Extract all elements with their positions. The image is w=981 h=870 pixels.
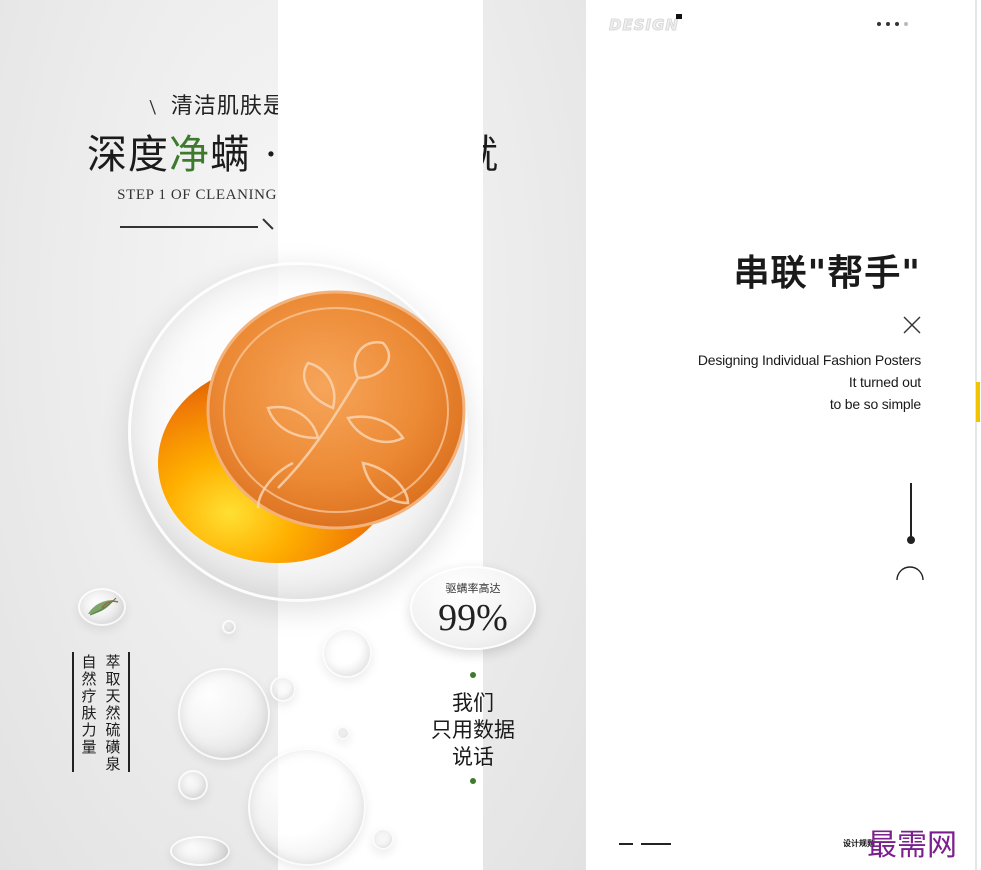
vertical-col-2: 自然疗肤力量 — [80, 654, 98, 756]
vertical-char: 硫 — [105, 721, 121, 739]
water-bubble — [336, 726, 350, 740]
water-bubble — [322, 628, 372, 678]
water-bubble — [170, 836, 230, 866]
green-dot-bottom — [470, 778, 476, 784]
desc-line: It turned out — [848, 374, 921, 390]
vertical-char: 天 — [105, 687, 121, 705]
divider-notch — [252, 218, 274, 240]
vertical-char: 磺 — [105, 738, 121, 756]
panel-description: Designing Individual Fashion Posters It … — [698, 349, 921, 415]
claim-text: 我们 只用数据 说话 — [410, 690, 536, 771]
water-bubble — [222, 620, 236, 634]
vertical-line — [910, 483, 912, 538]
footer-dash-short — [619, 843, 633, 845]
claim-line: 说话 — [452, 745, 494, 769]
vertical-char: 疗 — [81, 687, 97, 705]
brand-mark — [676, 14, 682, 19]
headline-part-2: 净 — [168, 132, 210, 178]
arc-icon — [896, 566, 924, 581]
more-dots-icon[interactable] — [877, 22, 908, 26]
desc-line: to be so simple — [829, 396, 921, 412]
panel-title: 串联"帮手" — [733, 253, 921, 294]
water-bubble — [270, 676, 296, 702]
headline-part-1: 深度 — [86, 132, 169, 178]
green-dot-top — [470, 672, 476, 678]
screen: ﹨清洁肌肤是养肤的第一步╱ 深度净螨 · 美肌“皂”就 STEP 1 OF CL… — [0, 0, 981, 870]
vertical-char: 萃 — [105, 653, 121, 671]
claim-line: 我们 — [452, 691, 494, 715]
claim-line: 只用数据 — [431, 718, 515, 742]
soap-top — [206, 290, 466, 530]
vertical-char: 力 — [81, 721, 97, 739]
divider-left — [120, 226, 258, 228]
panel-accent — [976, 382, 980, 422]
leaf-bubble — [78, 588, 126, 626]
info-panel: DESIGN 串联"帮手" Designing Individual Fashi… — [599, 0, 981, 870]
brand-logo: DESIGN — [609, 16, 679, 35]
water-bubble — [372, 828, 394, 850]
desc-line: Designing Individual Fashion Posters — [697, 352, 921, 368]
vertical-char: 泉 — [105, 755, 121, 773]
stat-badge: 驱螨率高达 99% — [410, 566, 536, 650]
close-x-icon[interactable] — [900, 313, 924, 337]
watermark: 最需网 — [867, 828, 957, 863]
leaf-icon — [88, 597, 119, 616]
vertical-char: 自 — [81, 653, 97, 671]
footer-dash-long — [641, 843, 671, 845]
water-bubble — [178, 770, 208, 800]
panel-edge — [975, 0, 977, 870]
vertical-char: 肤 — [81, 704, 97, 722]
slash-left-icon: ﹨ — [141, 94, 165, 119]
water-bubble — [178, 668, 270, 760]
stat-label: 驱螨率高达 — [445, 582, 501, 595]
water-bubble — [248, 748, 366, 866]
vertical-rule-left — [72, 652, 74, 772]
vertical-rule-right — [128, 652, 130, 772]
vertical-char: 量 — [81, 738, 97, 756]
vertical-char: 取 — [105, 670, 121, 688]
stat-value: 99% — [438, 597, 508, 639]
vertical-char: 然 — [81, 670, 97, 688]
vertical-col-1: 萃取天然硫磺泉 — [104, 654, 122, 773]
line-end-dot — [907, 536, 915, 544]
vertical-char: 然 — [105, 704, 121, 722]
soap-bar-image — [158, 290, 466, 563]
soap-poster: ﹨清洁肌肤是养肤的第一步╱ 深度净螨 · 美肌“皂”就 STEP 1 OF CL… — [0, 0, 586, 870]
